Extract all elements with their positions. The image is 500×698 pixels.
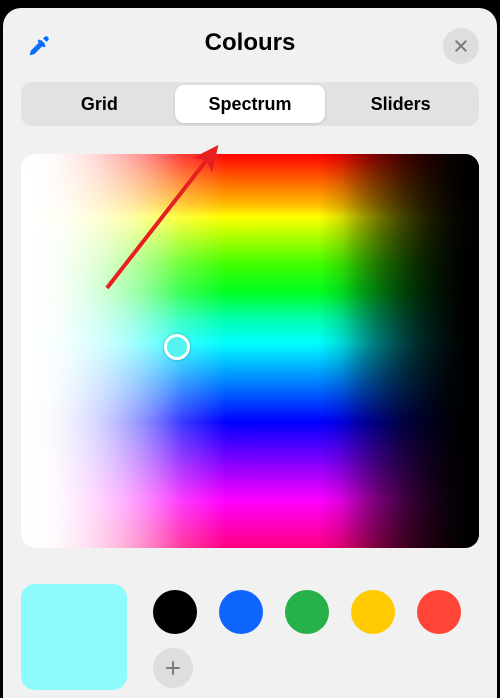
color-picker-panel: Colours Grid Spectrum Sliders [3,8,497,698]
close-button[interactable] [443,28,479,64]
tab-grid[interactable]: Grid [24,85,175,123]
tab-spectrum[interactable]: Spectrum [175,85,326,123]
spectrum-black-overlay [21,154,479,548]
tab-label: Spectrum [208,94,291,115]
tab-label: Sliders [371,94,431,115]
tab-label: Grid [81,94,118,115]
add-preset-button[interactable] [153,648,193,688]
preset-green[interactable] [285,590,329,634]
tab-sliders[interactable]: Sliders [325,85,476,123]
eyedropper-button[interactable] [23,30,55,62]
header: Colours [3,8,497,78]
current-color-swatch[interactable] [21,584,127,690]
close-icon [453,38,469,54]
preset-blue[interactable] [219,590,263,634]
spectrum-loupe[interactable] [164,334,190,360]
plus-icon [164,659,182,677]
preset-black[interactable] [153,590,197,634]
spectrum-area[interactable] [21,154,479,548]
eyedropper-icon [25,32,53,60]
footer [3,574,497,698]
view-mode-segmented[interactable]: Grid Spectrum Sliders [21,82,479,126]
preset-yellow[interactable] [351,590,395,634]
preset-red[interactable] [417,590,461,634]
panel-title: Colours [205,29,296,57]
preset-row [153,590,461,634]
